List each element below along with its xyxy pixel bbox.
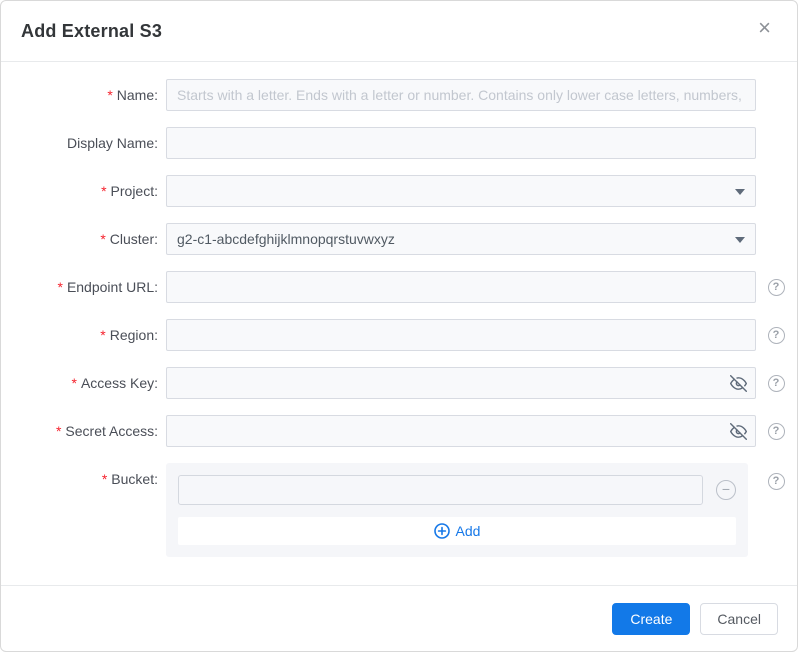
required-asterisk: * bbox=[107, 87, 113, 103]
project-select[interactable] bbox=[166, 175, 756, 207]
project-control bbox=[166, 175, 756, 207]
name-label: * Name: bbox=[107, 87, 158, 103]
required-asterisk: * bbox=[100, 231, 106, 247]
access-key-label: * Access Key: bbox=[71, 375, 158, 391]
add-bucket-label: Add bbox=[455, 523, 481, 539]
help-icon[interactable]: ? bbox=[767, 374, 785, 392]
secret-access-label: * Secret Access: bbox=[55, 423, 158, 439]
cluster-control bbox=[166, 223, 756, 255]
form-row-display-name: Display Name: bbox=[1, 127, 797, 159]
name-input[interactable] bbox=[166, 79, 756, 111]
form-row-cluster: * Cluster: bbox=[1, 223, 797, 255]
eye-off-icon[interactable] bbox=[730, 375, 747, 392]
help-icon[interactable]: ? bbox=[767, 326, 785, 344]
dialog-header: Add External S3 × bbox=[1, 1, 797, 62]
name-control bbox=[166, 79, 756, 111]
access-key-input[interactable] bbox=[166, 367, 756, 399]
endpoint-url-label: * Endpoint URL: bbox=[57, 279, 158, 295]
form-row-bucket: * Bucket: − Add ? bbox=[1, 463, 797, 557]
region-help: ? bbox=[766, 319, 786, 351]
add-external-s3-dialog: Add External S3 × *Name: Display Name: *… bbox=[0, 0, 798, 652]
endpoint-url-input[interactable] bbox=[166, 271, 756, 303]
secret-access-help: ? bbox=[766, 415, 786, 447]
cluster-select[interactable] bbox=[166, 223, 756, 255]
access-key-control bbox=[166, 367, 756, 399]
form-row-endpoint-url: * Endpoint URL: ? bbox=[1, 271, 797, 303]
close-icon[interactable]: × bbox=[758, 17, 771, 39]
dialog-title: Add External S3 bbox=[21, 20, 163, 41]
region-control bbox=[166, 319, 756, 351]
create-button[interactable]: Create bbox=[612, 602, 691, 635]
bucket-panel: − Add bbox=[166, 463, 748, 557]
required-asterisk: * bbox=[100, 327, 106, 343]
help-icon[interactable]: ? bbox=[767, 278, 785, 296]
secret-access-control bbox=[166, 415, 756, 447]
help-icon[interactable]: ? bbox=[767, 472, 785, 490]
display-name-input[interactable] bbox=[166, 127, 756, 159]
form-row-project: * Project: bbox=[1, 175, 797, 207]
project-label: * Project: bbox=[101, 183, 158, 199]
form-row-access-key: * Access Key: ? bbox=[1, 367, 797, 399]
help-icon[interactable]: ? bbox=[767, 422, 785, 440]
endpoint-url-help: ? bbox=[766, 271, 786, 303]
cluster-label: * Cluster: bbox=[100, 231, 158, 247]
required-asterisk: * bbox=[57, 279, 63, 295]
region-label: * Region: bbox=[100, 327, 158, 343]
endpoint-url-control bbox=[166, 271, 756, 303]
secret-access-input[interactable] bbox=[166, 415, 756, 447]
bucket-help: ? bbox=[766, 465, 786, 497]
dialog-body: *Name: Display Name: *Project: *Cluster: bbox=[1, 62, 797, 557]
form-row-secret-access: * Secret Access: ? bbox=[1, 415, 797, 447]
bucket-item-row: − bbox=[178, 475, 736, 505]
remove-bucket-icon[interactable]: − bbox=[716, 480, 736, 500]
required-asterisk: * bbox=[55, 423, 62, 439]
required-asterisk: * bbox=[101, 183, 107, 199]
required-asterisk: * bbox=[71, 375, 77, 391]
form-row-name: * Name: bbox=[1, 79, 797, 111]
plus-circle-icon bbox=[433, 523, 450, 539]
cancel-button[interactable]: Cancel bbox=[700, 602, 778, 635]
display-name-label: Display Name: bbox=[66, 135, 158, 151]
bucket-label: * Bucket: bbox=[101, 471, 158, 487]
access-key-help: ? bbox=[766, 367, 786, 399]
form-row-region: * Region: ? bbox=[1, 319, 797, 351]
bucket-input[interactable] bbox=[178, 475, 703, 505]
display-name-control bbox=[166, 127, 756, 159]
required-asterisk: * bbox=[101, 471, 108, 487]
add-bucket-button[interactable]: Add bbox=[178, 517, 736, 545]
region-input[interactable] bbox=[166, 319, 756, 351]
eye-off-icon[interactable] bbox=[730, 423, 747, 440]
dialog-footer: Create Cancel bbox=[1, 585, 797, 651]
